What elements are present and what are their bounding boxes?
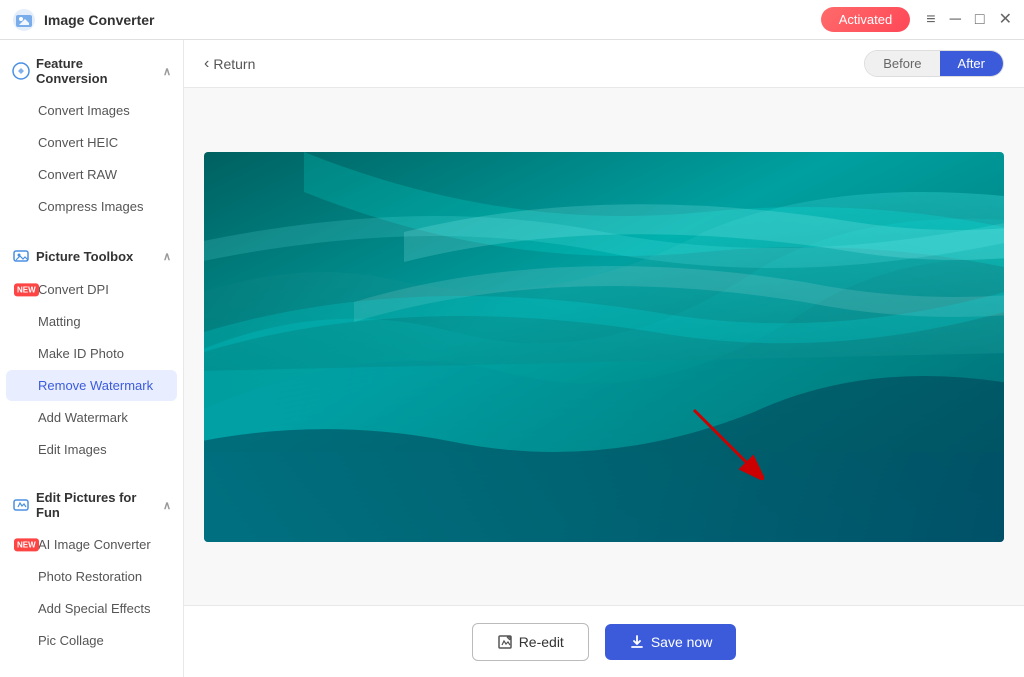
feature-conversion-icon [12, 62, 30, 80]
before-toggle-button[interactable]: Before [865, 51, 939, 76]
title-bar-right: Activated ≡ ─ □ ✕ [821, 7, 1012, 32]
sidebar-header-edit-pictures-fun[interactable]: Edit Pictures for Fun ∧ [0, 482, 183, 528]
feature-conversion-chevron: ∧ [163, 65, 171, 78]
sidebar-header-picture-toolbox[interactable]: Picture Toolbox ∧ [0, 239, 183, 273]
edit-fun-icon [12, 496, 30, 514]
save-now-button[interactable]: Save now [605, 624, 736, 660]
sidebar: Feature Conversion ∧ Convert Images Conv… [0, 40, 184, 677]
edit-fun-label: Edit Pictures for Fun [36, 490, 157, 520]
content-area: ‹ Return Before After [184, 40, 1024, 677]
sidebar-item-matting[interactable]: Matting [6, 306, 177, 337]
sidebar-section-feature-conversion: Feature Conversion ∧ Convert Images Conv… [0, 40, 183, 231]
minimize-button[interactable]: ─ [950, 12, 961, 28]
sidebar-item-convert-dpi[interactable]: NEW Convert DPI [6, 274, 177, 305]
after-toggle-button[interactable]: After [940, 51, 1003, 76]
title-bar-left: Image Converter [12, 8, 154, 32]
sidebar-item-add-special-effects[interactable]: Add Special Effects [6, 593, 177, 624]
new-badge-convert-dpi: NEW [14, 283, 39, 296]
maximize-button[interactable]: □ [975, 12, 985, 28]
sidebar-item-ai-image-converter[interactable]: NEW AI Image Converter [6, 529, 177, 560]
image-container [184, 88, 1024, 605]
edit-fun-chevron: ∧ [163, 499, 171, 512]
sidebar-item-add-watermark[interactable]: Add Watermark [6, 402, 177, 433]
sidebar-item-make-id-photo[interactable]: Make ID Photo [6, 338, 177, 369]
sidebar-section-edit-pictures-fun: Edit Pictures for Fun ∧ NEW AI Image Con… [0, 474, 183, 665]
sidebar-item-remove-watermark[interactable]: Remove Watermark [6, 370, 177, 401]
sidebar-item-convert-heic[interactable]: Convert HEIC [6, 127, 177, 158]
return-chevron-icon: ‹ [204, 55, 209, 73]
teal-image [204, 152, 1004, 542]
re-edit-button[interactable]: Re-edit [472, 623, 589, 661]
sidebar-header-feature-conversion[interactable]: Feature Conversion ∧ [0, 48, 183, 94]
window-controls: ≡ ─ □ ✕ [926, 12, 1012, 28]
close-button[interactable]: ✕ [999, 12, 1012, 28]
picture-toolbox-icon [12, 247, 30, 265]
activated-button[interactable]: Activated [821, 7, 910, 32]
sidebar-item-photo-restoration[interactable]: Photo Restoration [6, 561, 177, 592]
menu-button[interactable]: ≡ [926, 12, 935, 28]
picture-toolbox-label: Picture Toolbox [36, 249, 133, 264]
app-title: Image Converter [44, 12, 154, 28]
re-edit-icon [497, 634, 513, 650]
sidebar-item-edit-images[interactable]: Edit Images [6, 434, 177, 465]
return-button[interactable]: ‹ Return [204, 55, 255, 73]
picture-toolbox-chevron: ∧ [163, 250, 171, 263]
new-badge-ai-image-converter: NEW [14, 538, 39, 551]
title-bar: Image Converter Activated ≡ ─ □ ✕ [0, 0, 1024, 40]
feature-conversion-label: Feature Conversion [36, 56, 157, 86]
before-after-toggle: Before After [864, 50, 1004, 77]
main-layout: Feature Conversion ∧ Convert Images Conv… [0, 40, 1024, 677]
sidebar-item-compress-images[interactable]: Compress Images [6, 191, 177, 222]
save-icon [629, 634, 645, 650]
sidebar-section-picture-toolbox: Picture Toolbox ∧ NEW Convert DPI Mattin… [0, 231, 183, 474]
sidebar-item-pic-collage[interactable]: Pic Collage [6, 625, 177, 656]
sidebar-item-convert-raw[interactable]: Convert RAW [6, 159, 177, 190]
bottom-toolbar: Re-edit Save now [184, 605, 1024, 677]
app-icon [12, 8, 36, 32]
sidebar-item-convert-images[interactable]: Convert Images [6, 95, 177, 126]
main-image-wrapper [204, 152, 1004, 542]
content-topbar: ‹ Return Before After [184, 40, 1024, 88]
